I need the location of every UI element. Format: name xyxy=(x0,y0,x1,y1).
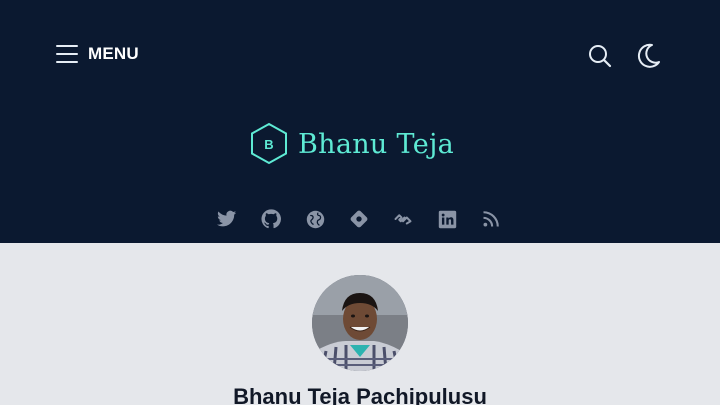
dev-link[interactable] xyxy=(392,207,414,231)
menu-icon xyxy=(56,44,78,64)
dev-icon xyxy=(394,214,412,225)
globe-icon xyxy=(306,210,324,228)
moon-icon xyxy=(637,43,660,68)
twitter-link[interactable] xyxy=(216,207,238,231)
site-brand-link[interactable]: B Bhanu Teja xyxy=(250,122,454,166)
search-button[interactable] xyxy=(587,43,613,69)
linkedin-icon xyxy=(438,210,456,228)
site-title: Bhanu Teja xyxy=(298,128,455,160)
logo-letter: B xyxy=(264,136,274,152)
location-link[interactable] xyxy=(348,207,370,231)
menu-label: MENU xyxy=(88,44,139,63)
menu-button[interactable]: MENU xyxy=(56,44,139,64)
hexagon-logo-icon: B xyxy=(250,122,288,166)
twitter-icon xyxy=(217,210,237,227)
author-name: Bhanu Teja Pachipulusu xyxy=(233,384,487,405)
website-link[interactable] xyxy=(304,207,326,231)
github-icon xyxy=(261,209,281,229)
github-link[interactable] xyxy=(260,207,282,231)
rss-icon xyxy=(483,211,499,227)
search-icon xyxy=(589,45,612,68)
author-avatar xyxy=(312,275,408,371)
theme-toggle-button[interactable] xyxy=(635,42,661,70)
linkedin-link[interactable] xyxy=(436,207,458,231)
social-links xyxy=(216,207,502,231)
rss-link[interactable] xyxy=(480,207,502,231)
site-header: MENU B Bhanu Teja xyxy=(0,0,720,243)
location-icon xyxy=(350,210,368,228)
